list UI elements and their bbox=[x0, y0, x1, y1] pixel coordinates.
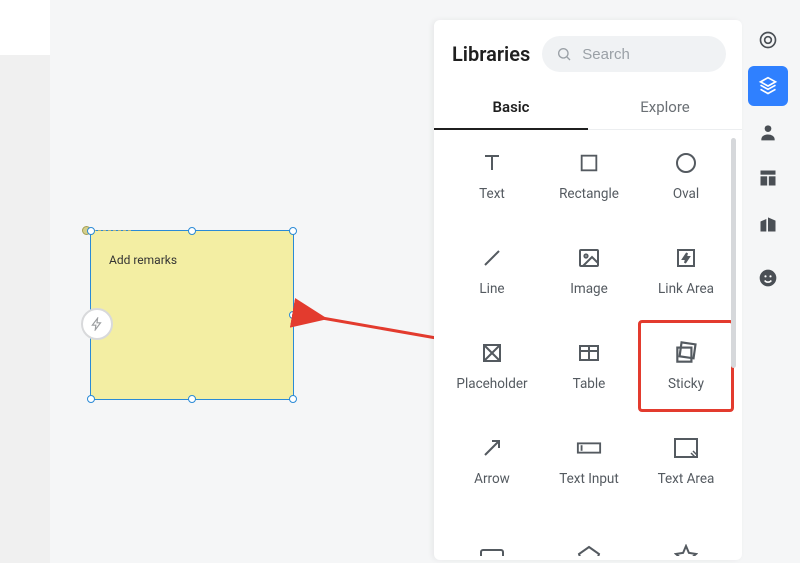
text-icon bbox=[479, 150, 505, 176]
component-text-input[interactable]: Text Input bbox=[543, 417, 635, 505]
resize-handle-bm[interactable] bbox=[188, 395, 196, 403]
shape-icon bbox=[479, 543, 505, 556]
pentagon-icon bbox=[576, 543, 602, 556]
component-partial-2[interactable] bbox=[543, 512, 635, 556]
component-sticky[interactable]: Sticky bbox=[640, 322, 732, 410]
component-label: Placeholder bbox=[456, 376, 527, 392]
component-link-area[interactable]: Link Area bbox=[640, 227, 732, 315]
canvas-area[interactable]: Add remarks Libraries Basic bbox=[50, 0, 800, 563]
tab-explore[interactable]: Explore bbox=[588, 86, 742, 129]
component-rectangle[interactable]: Rectangle bbox=[543, 132, 635, 220]
resize-handle-mr[interactable] bbox=[289, 311, 297, 319]
component-label: Image bbox=[570, 281, 608, 297]
resize-handle-tr[interactable] bbox=[289, 227, 297, 235]
link-area-icon bbox=[673, 245, 699, 271]
rectangle-icon bbox=[576, 150, 602, 176]
component-label: Text Input bbox=[559, 471, 619, 487]
component-partial-3[interactable] bbox=[640, 512, 732, 556]
rail-components-icon[interactable] bbox=[748, 66, 788, 106]
component-table[interactable]: Table bbox=[543, 322, 635, 410]
sticky-icon bbox=[673, 340, 699, 366]
component-placeholder[interactable]: Placeholder bbox=[446, 322, 538, 410]
panel-tabs: Basic Explore bbox=[434, 86, 742, 130]
component-label: Oval bbox=[673, 186, 699, 202]
panel-scrollbar[interactable] bbox=[731, 138, 736, 368]
component-partial-1[interactable] bbox=[446, 512, 538, 556]
sticky-note-text[interactable]: Add remarks bbox=[91, 231, 293, 289]
search-input[interactable] bbox=[580, 45, 712, 64]
line-icon bbox=[479, 245, 505, 271]
rail-user-icon[interactable] bbox=[748, 112, 788, 152]
component-image[interactable]: Image bbox=[543, 227, 635, 315]
component-arrow[interactable]: Arrow bbox=[446, 417, 538, 505]
sticky-note-element[interactable]: Add remarks bbox=[90, 230, 294, 400]
component-label: Link Area bbox=[658, 281, 714, 297]
component-label: Table bbox=[573, 376, 606, 392]
text-input-icon bbox=[576, 435, 602, 461]
component-label: Text Area bbox=[658, 471, 715, 487]
panel-title: Libraries bbox=[452, 42, 530, 66]
component-label: Rectangle bbox=[559, 186, 619, 202]
table-icon bbox=[576, 340, 602, 366]
canvas-dock bbox=[0, 0, 50, 55]
oval-icon bbox=[673, 150, 699, 176]
component-line[interactable]: Line bbox=[446, 227, 538, 315]
rail-emoji-icon[interactable] bbox=[748, 258, 788, 298]
text-area-icon bbox=[673, 435, 699, 461]
component-text-area[interactable]: Text Area bbox=[640, 417, 732, 505]
resize-handle-tm[interactable] bbox=[188, 227, 196, 235]
component-label: Sticky bbox=[668, 376, 704, 392]
rail-target-icon[interactable] bbox=[748, 20, 788, 60]
resize-handle-tl[interactable] bbox=[87, 227, 95, 235]
right-rail bbox=[748, 20, 788, 304]
search-field[interactable] bbox=[542, 36, 726, 72]
lightning-badge-icon[interactable] bbox=[81, 308, 113, 340]
placeholder-icon bbox=[479, 340, 505, 366]
resize-handle-br[interactable] bbox=[289, 395, 297, 403]
component-oval[interactable]: Oval bbox=[640, 132, 732, 220]
component-grid: Text Rectangle Oval Line bbox=[444, 126, 736, 556]
star-icon bbox=[673, 543, 699, 556]
component-text[interactable]: Text bbox=[446, 132, 538, 220]
component-label: Text bbox=[479, 186, 505, 202]
tab-basic[interactable]: Basic bbox=[434, 86, 588, 130]
libraries-panel: Libraries Basic Explore Text bbox=[434, 20, 742, 560]
resize-handle-bl[interactable] bbox=[87, 395, 95, 403]
component-label: Line bbox=[479, 281, 504, 297]
image-icon bbox=[576, 245, 602, 271]
rail-buildings-icon[interactable] bbox=[748, 204, 788, 244]
component-label: Arrow bbox=[474, 471, 510, 487]
rail-layout-icon[interactable] bbox=[748, 158, 788, 198]
search-icon bbox=[556, 46, 572, 62]
arrow-icon bbox=[479, 435, 505, 461]
